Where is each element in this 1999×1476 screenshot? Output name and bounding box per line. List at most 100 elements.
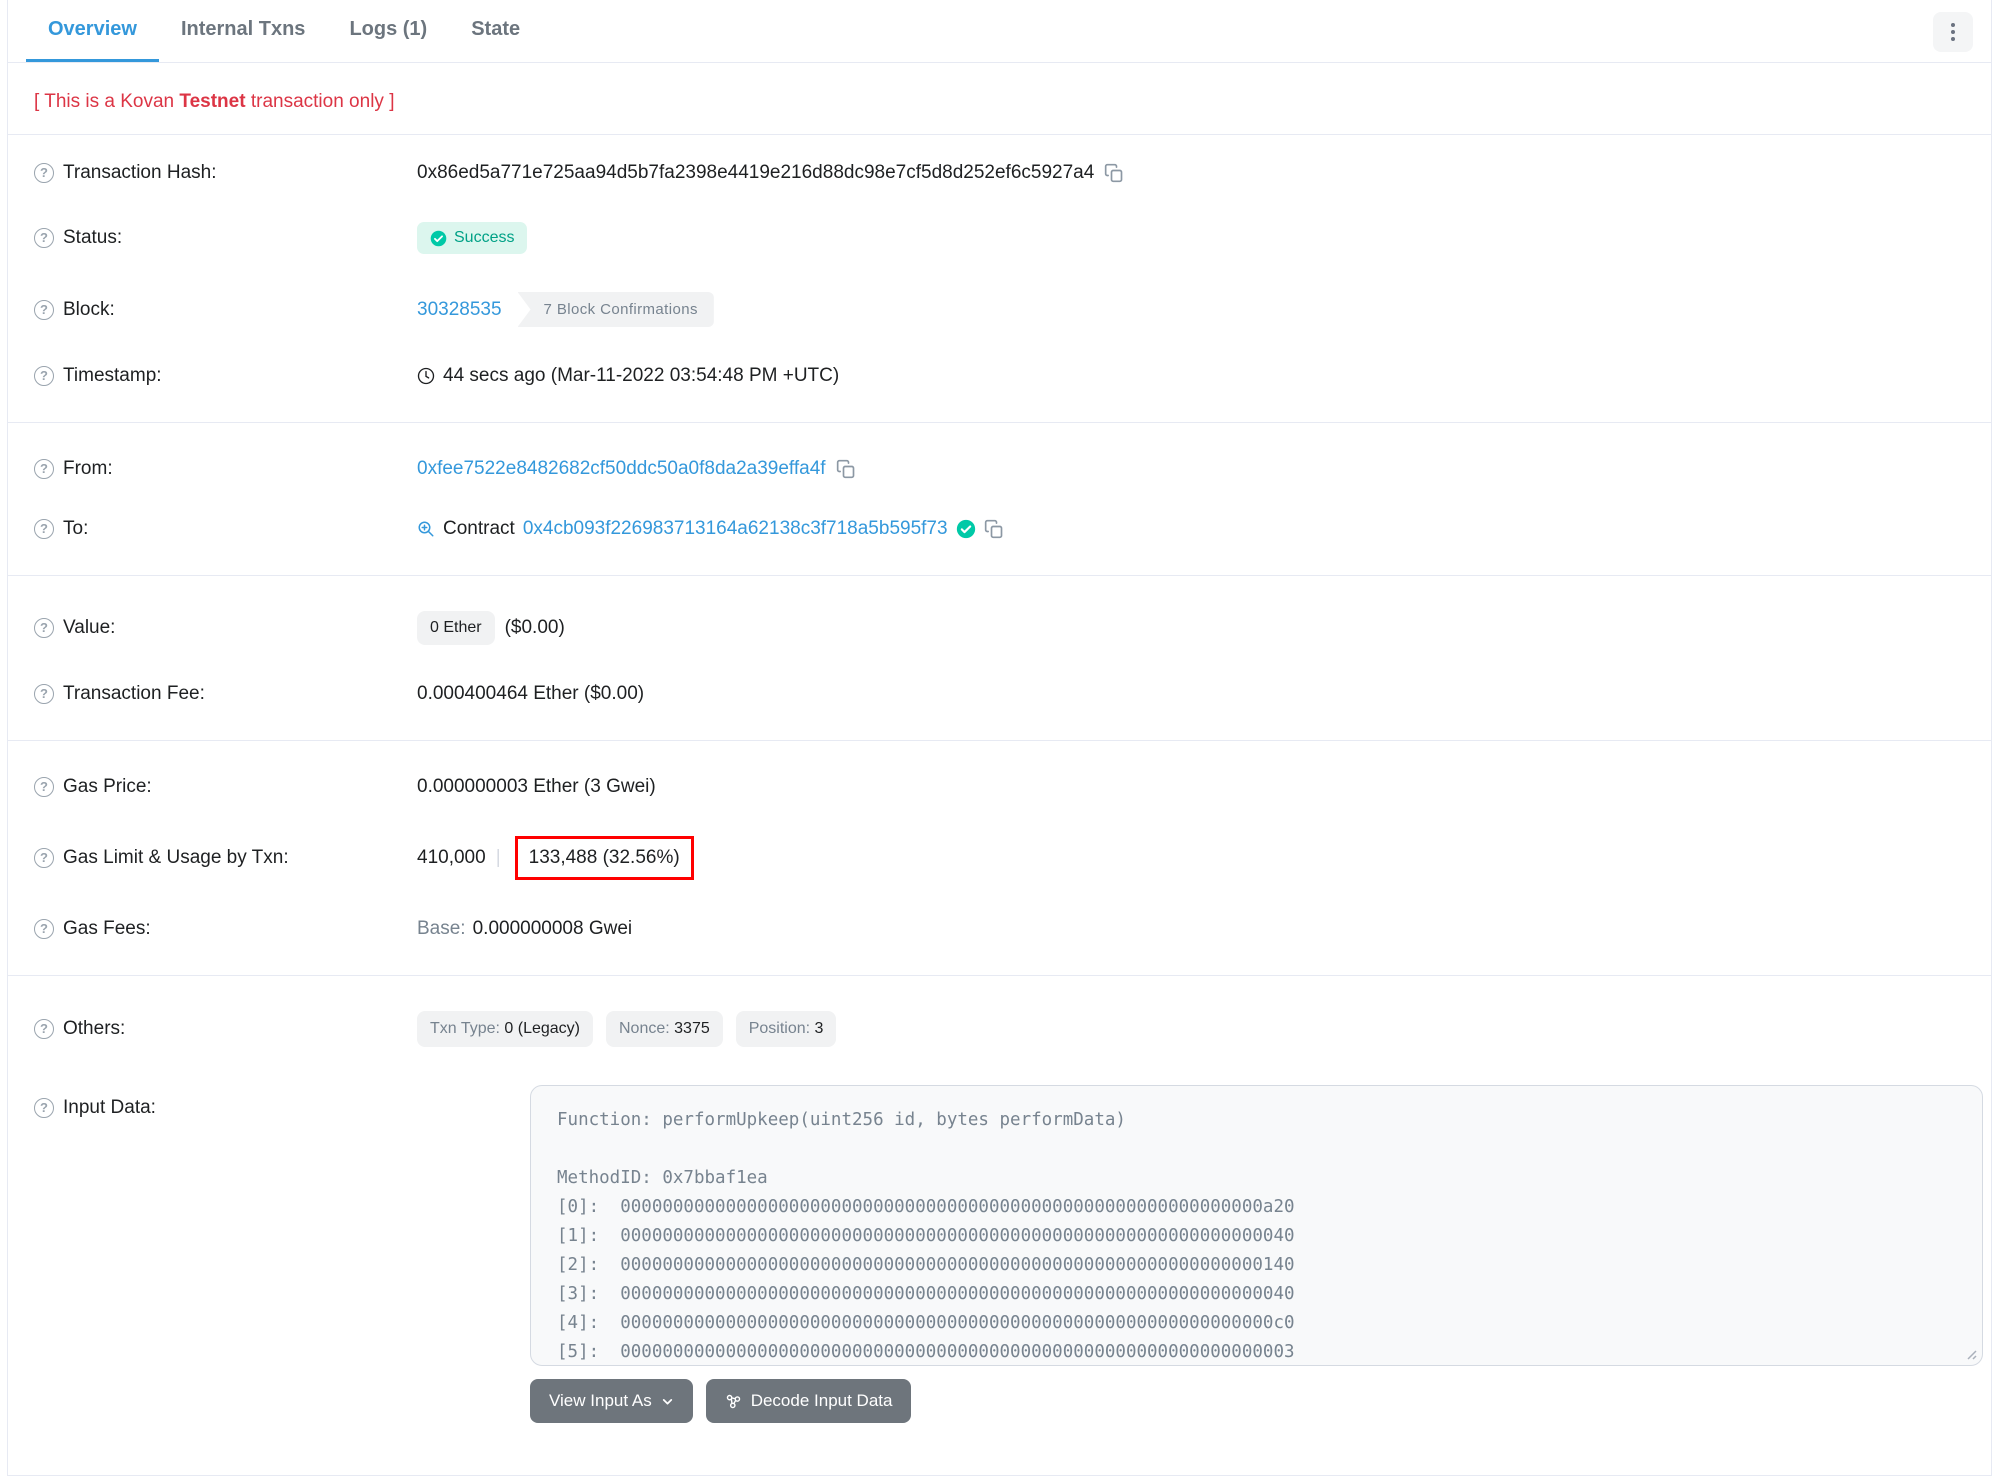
copy-from-address-button[interactable]: [836, 459, 856, 479]
row-label: Gas Fees:: [63, 918, 151, 939]
row-status: ? Status: Success: [8, 203, 1991, 273]
help-icon: ?: [34, 1019, 54, 1039]
decode-icon: [726, 1394, 740, 1408]
block-confirmations-badge: 7 Block Confirmations: [517, 292, 714, 327]
help-icon: ?: [34, 366, 54, 386]
gas-separator: |: [495, 847, 501, 868]
copy-icon: [1105, 163, 1123, 183]
divider: [8, 740, 1991, 741]
input-data-word: [3]: 00000000000000000000000000000000000…: [557, 1284, 1295, 1304]
row-label: Input Data:: [63, 1097, 156, 1118]
help-icon: ?: [34, 519, 54, 539]
row-transaction-hash: ? Transaction Hash: 0x86ed5a771e725aa94d…: [8, 143, 1991, 203]
txn-type-badge: Txn Type: 0 (Legacy): [417, 1011, 593, 1047]
help-icon: ?: [34, 1098, 54, 1118]
input-data-function: Function: performUpkeep(uint256 id, byte…: [557, 1110, 1126, 1130]
divider: [8, 422, 1991, 423]
divider: [8, 575, 1991, 576]
gas-fees-base-value: 0.000000008 Gwei: [472, 918, 633, 939]
row-gas-fees: ? Gas Fees: Base: 0.000000008 Gwei: [8, 899, 1991, 959]
overview-group-1: ? Transaction Hash: 0x86ed5a771e725aa94d…: [8, 135, 1991, 414]
row-label: To:: [63, 518, 89, 539]
help-icon: ?: [34, 919, 54, 939]
input-data-methodid: MethodID: 0x7bbaf1ea: [557, 1168, 768, 1188]
gas-price-value: 0.000000003 Ether (3 Gwei): [417, 776, 656, 797]
from-address-link[interactable]: 0xfee7522e8482682cf50ddc50a0f8da2a39effa…: [417, 458, 826, 480]
value-ether-badge: 0 Ether: [417, 611, 495, 645]
input-data-word: [2]: 00000000000000000000000000000000000…: [557, 1255, 1295, 1275]
row-label: Status:: [63, 227, 123, 248]
row-label: Transaction Fee:: [63, 683, 205, 704]
input-data-textarea[interactable]: Function: performUpkeep(uint256 id, byte…: [530, 1085, 1983, 1366]
copy-icon: [984, 519, 1002, 539]
verified-check-icon: [956, 519, 975, 539]
input-data-word: [5]: 00000000000000000000000000000000000…: [557, 1342, 1295, 1362]
input-data-word: [0]: 00000000000000000000000000000000000…: [557, 1197, 1295, 1217]
zoom-in-icon[interactable]: [417, 520, 435, 538]
overview-group-4: ? Gas Price: 0.000000003 Ether (3 Gwei) …: [8, 749, 1991, 967]
row-label: Block:: [63, 298, 115, 320]
transaction-fee-value: 0.000400464 Ether ($0.00): [417, 683, 645, 704]
help-icon: ?: [34, 618, 54, 638]
position-badge: Position: 3: [735, 1011, 837, 1047]
clock-icon: [417, 367, 435, 385]
row-from: ? From: 0xfee7522e8482682cf50ddc50a0f8da…: [8, 439, 1991, 499]
to-contract-prefix: Contract: [443, 518, 515, 539]
status-badge: Success: [417, 222, 528, 254]
row-label: From:: [63, 458, 113, 479]
tab-bar: Overview Internal Txns Logs (1) State: [8, 0, 1991, 63]
resize-grip-icon[interactable]: [1963, 1346, 1977, 1360]
value-usd: ($0.00): [504, 617, 565, 638]
help-icon: ?: [34, 684, 54, 704]
transaction-hash-value: 0x86ed5a771e725aa94d5b7fa2398e4419e216d8…: [417, 162, 1095, 183]
row-label: Transaction Hash:: [63, 162, 217, 183]
copy-hash-button[interactable]: [1104, 163, 1124, 183]
help-icon: ?: [34, 459, 54, 479]
input-data-word: [4]: 00000000000000000000000000000000000…: [557, 1313, 1295, 1333]
row-transaction-fee: ? Transaction Fee: 0.000400464 Ether ($0…: [8, 664, 1991, 724]
tab-state[interactable]: State: [449, 0, 542, 62]
row-label: Timestamp:: [63, 365, 162, 386]
decode-input-data-button[interactable]: Decode Input Data: [705, 1379, 912, 1423]
copy-to-address-button[interactable]: [984, 519, 1004, 539]
row-label: Gas Price:: [63, 776, 152, 797]
to-address-link[interactable]: 0x4cb093f226983713164a62138c3f718a5b595f…: [523, 518, 948, 540]
copy-icon: [836, 459, 854, 479]
row-label: Value:: [63, 617, 116, 638]
help-icon: ?: [34, 228, 54, 248]
row-label: Gas Limit & Usage by Txn:: [63, 847, 289, 868]
row-input-data: ? Input Data: Function: performUpkeep(ui…: [8, 1066, 1991, 1442]
chevron-down-icon: [662, 1398, 672, 1405]
testnet-notice: [ This is a Kovan Testnet transaction on…: [34, 91, 395, 112]
more-options-button[interactable]: [1933, 12, 1973, 52]
help-icon: ?: [34, 163, 54, 183]
view-input-as-button[interactable]: View Input As: [530, 1379, 693, 1423]
help-icon: ?: [34, 299, 54, 320]
row-gas-price: ? Gas Price: 0.000000003 Ether (3 Gwei): [8, 757, 1991, 817]
help-icon: ?: [34, 848, 54, 868]
tab-logs[interactable]: Logs (1): [327, 0, 449, 62]
nonce-badge: Nonce: 3375: [606, 1011, 723, 1047]
gas-limit-value: 410,000: [417, 847, 486, 868]
row-block: ? Block: 30328535 7 Block Confirmations: [8, 273, 1991, 346]
divider: [8, 975, 1991, 976]
input-data-word: [1]: 00000000000000000000000000000000000…: [557, 1226, 1295, 1246]
help-icon: ?: [34, 777, 54, 797]
gas-fees-base-label: Base:: [417, 918, 466, 939]
kebab-icon: [1951, 23, 1955, 27]
overview-group-2: ? From: 0xfee7522e8482682cf50ddc50a0f8da…: [8, 431, 1991, 567]
row-label: Others:: [63, 1018, 126, 1039]
timestamp-value: 44 secs ago (Mar-11-2022 03:54:48 PM +UT…: [443, 365, 840, 386]
row-gas-limit-usage: ? Gas Limit & Usage by Txn: 410,000 | 13…: [8, 817, 1991, 899]
overview-group-5: ? Others: Txn Type: 0 (Legacy) Nonce: 33…: [8, 984, 1991, 1450]
row-others: ? Others: Txn Type: 0 (Legacy) Nonce: 33…: [8, 992, 1991, 1066]
check-circle-icon: [430, 230, 447, 246]
block-number-link[interactable]: 30328535: [417, 299, 502, 321]
tab-overview[interactable]: Overview: [26, 0, 159, 62]
tab-internal-txns[interactable]: Internal Txns: [159, 0, 327, 62]
gas-usage-highlight: 133,488 (32.56%): [514, 836, 694, 880]
row-to: ? To: Contract 0x4cb093f226983713164a621…: [8, 499, 1991, 559]
row-timestamp: ? Timestamp: 44 secs ago (Mar-11-2022 03…: [8, 346, 1991, 406]
row-value: ? Value: 0 Ether ($0.00): [8, 592, 1991, 664]
overview-group-3: ? Value: 0 Ether ($0.00) ? Transaction F…: [8, 584, 1991, 732]
